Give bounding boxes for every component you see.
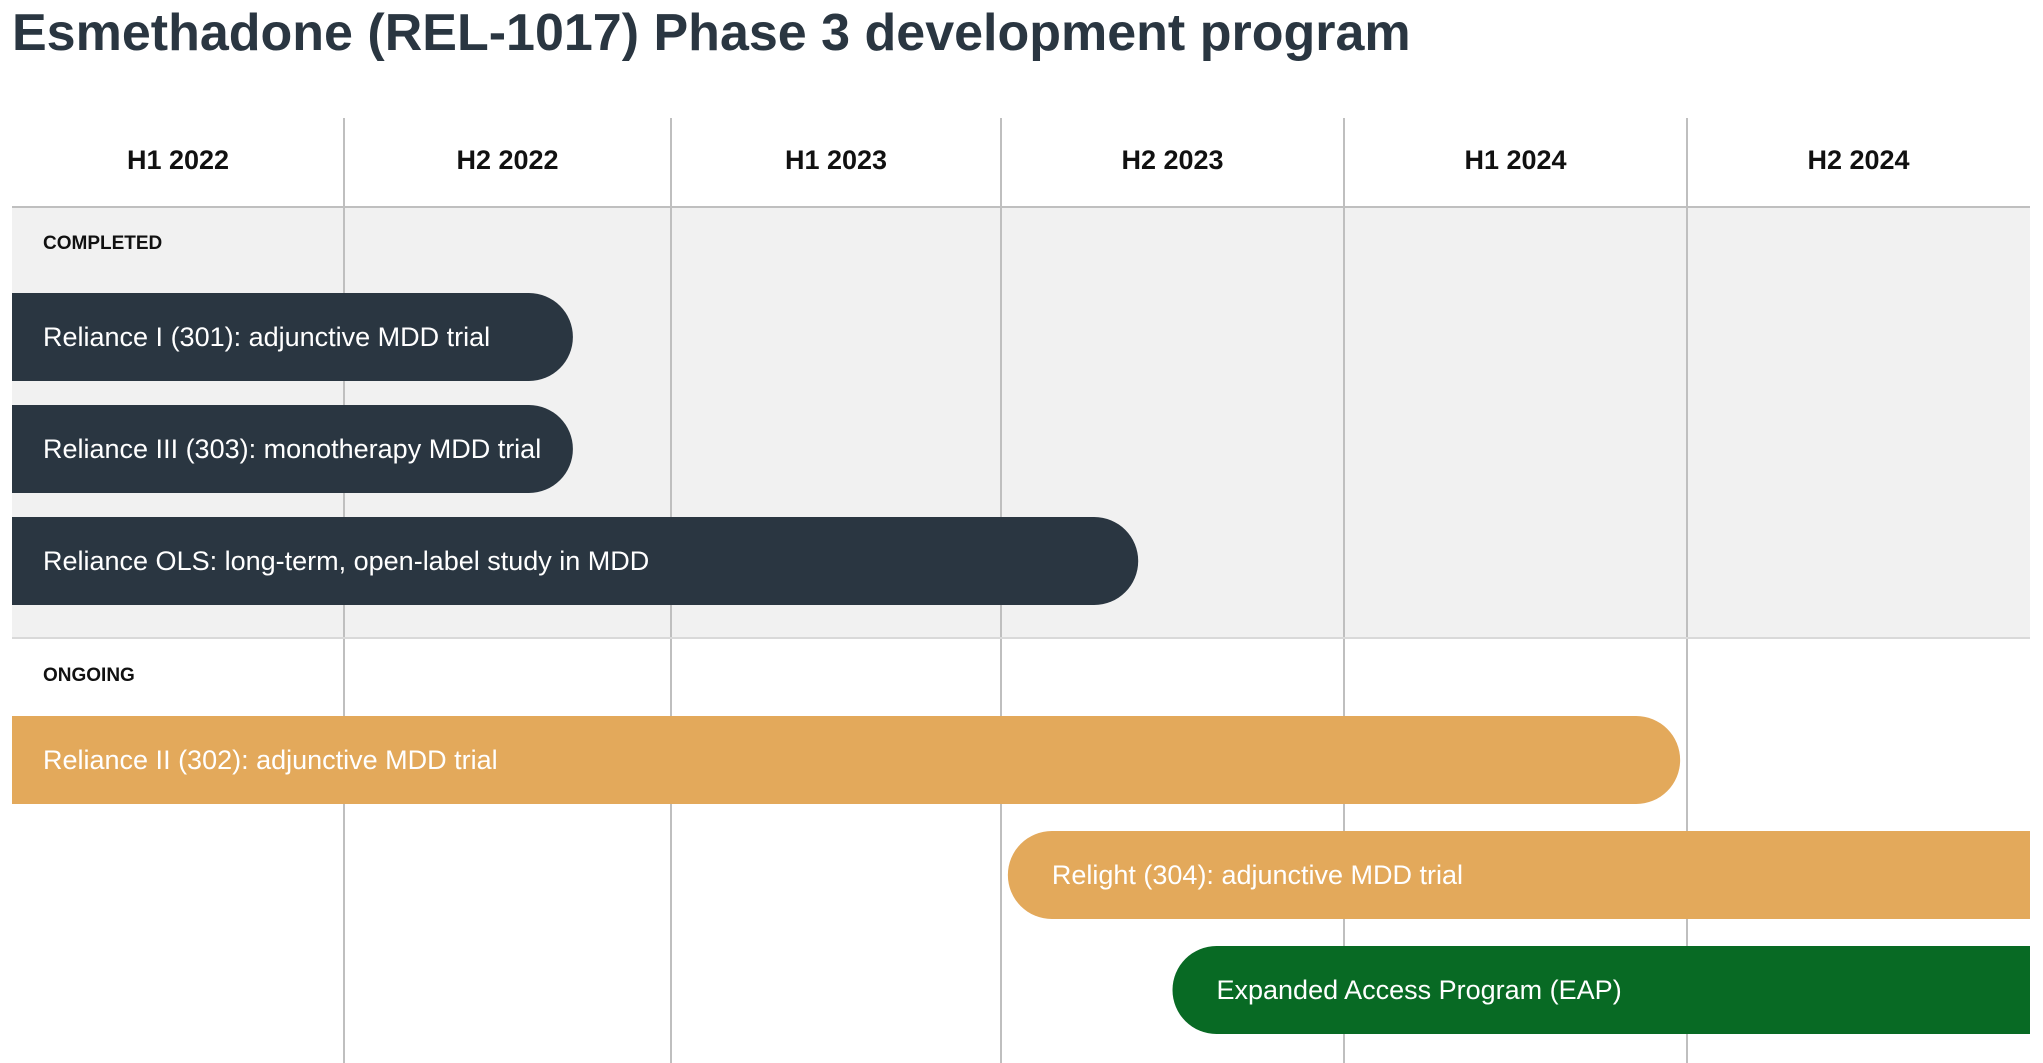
gantt-chart: H1 2022 H2 2022 H1 2023 H2 2023 H1 2024 H2 20…	[12, 118, 2030, 1063]
period-header-2: H1 2023	[785, 145, 887, 175]
section-label-ongoing: ONGOING	[43, 665, 135, 686]
task-label-1-0: Reliance II (302): adjunctive MDD trial	[43, 745, 498, 775]
period-header-3: H2 2023	[1121, 145, 1223, 175]
period-header-5: H2 2024	[1807, 145, 1909, 175]
period-headers: H1 2022 H2 2022 H1 2023 H2 2023 H1 2024 H2 20…	[127, 145, 1910, 175]
task-label-0-2: Reliance OLS: long-term, open-label stud…	[43, 546, 649, 576]
period-header-0: H1 2022	[127, 145, 229, 175]
task-label-1-1: Relight (304): adjunctive MDD trial	[1052, 860, 1463, 890]
task-label-1-2: Expanded Access Program (EAP)	[1217, 975, 1622, 1005]
period-header-1: H2 2022	[456, 145, 558, 175]
task-label-0-1: Reliance III (303): monotherapy MDD tria…	[43, 434, 541, 464]
period-header-4: H1 2024	[1464, 145, 1566, 175]
section-label-completed: COMPLETED	[43, 233, 162, 254]
task-label-0-0: Reliance I (301): adjunctive MDD trial	[43, 322, 490, 352]
